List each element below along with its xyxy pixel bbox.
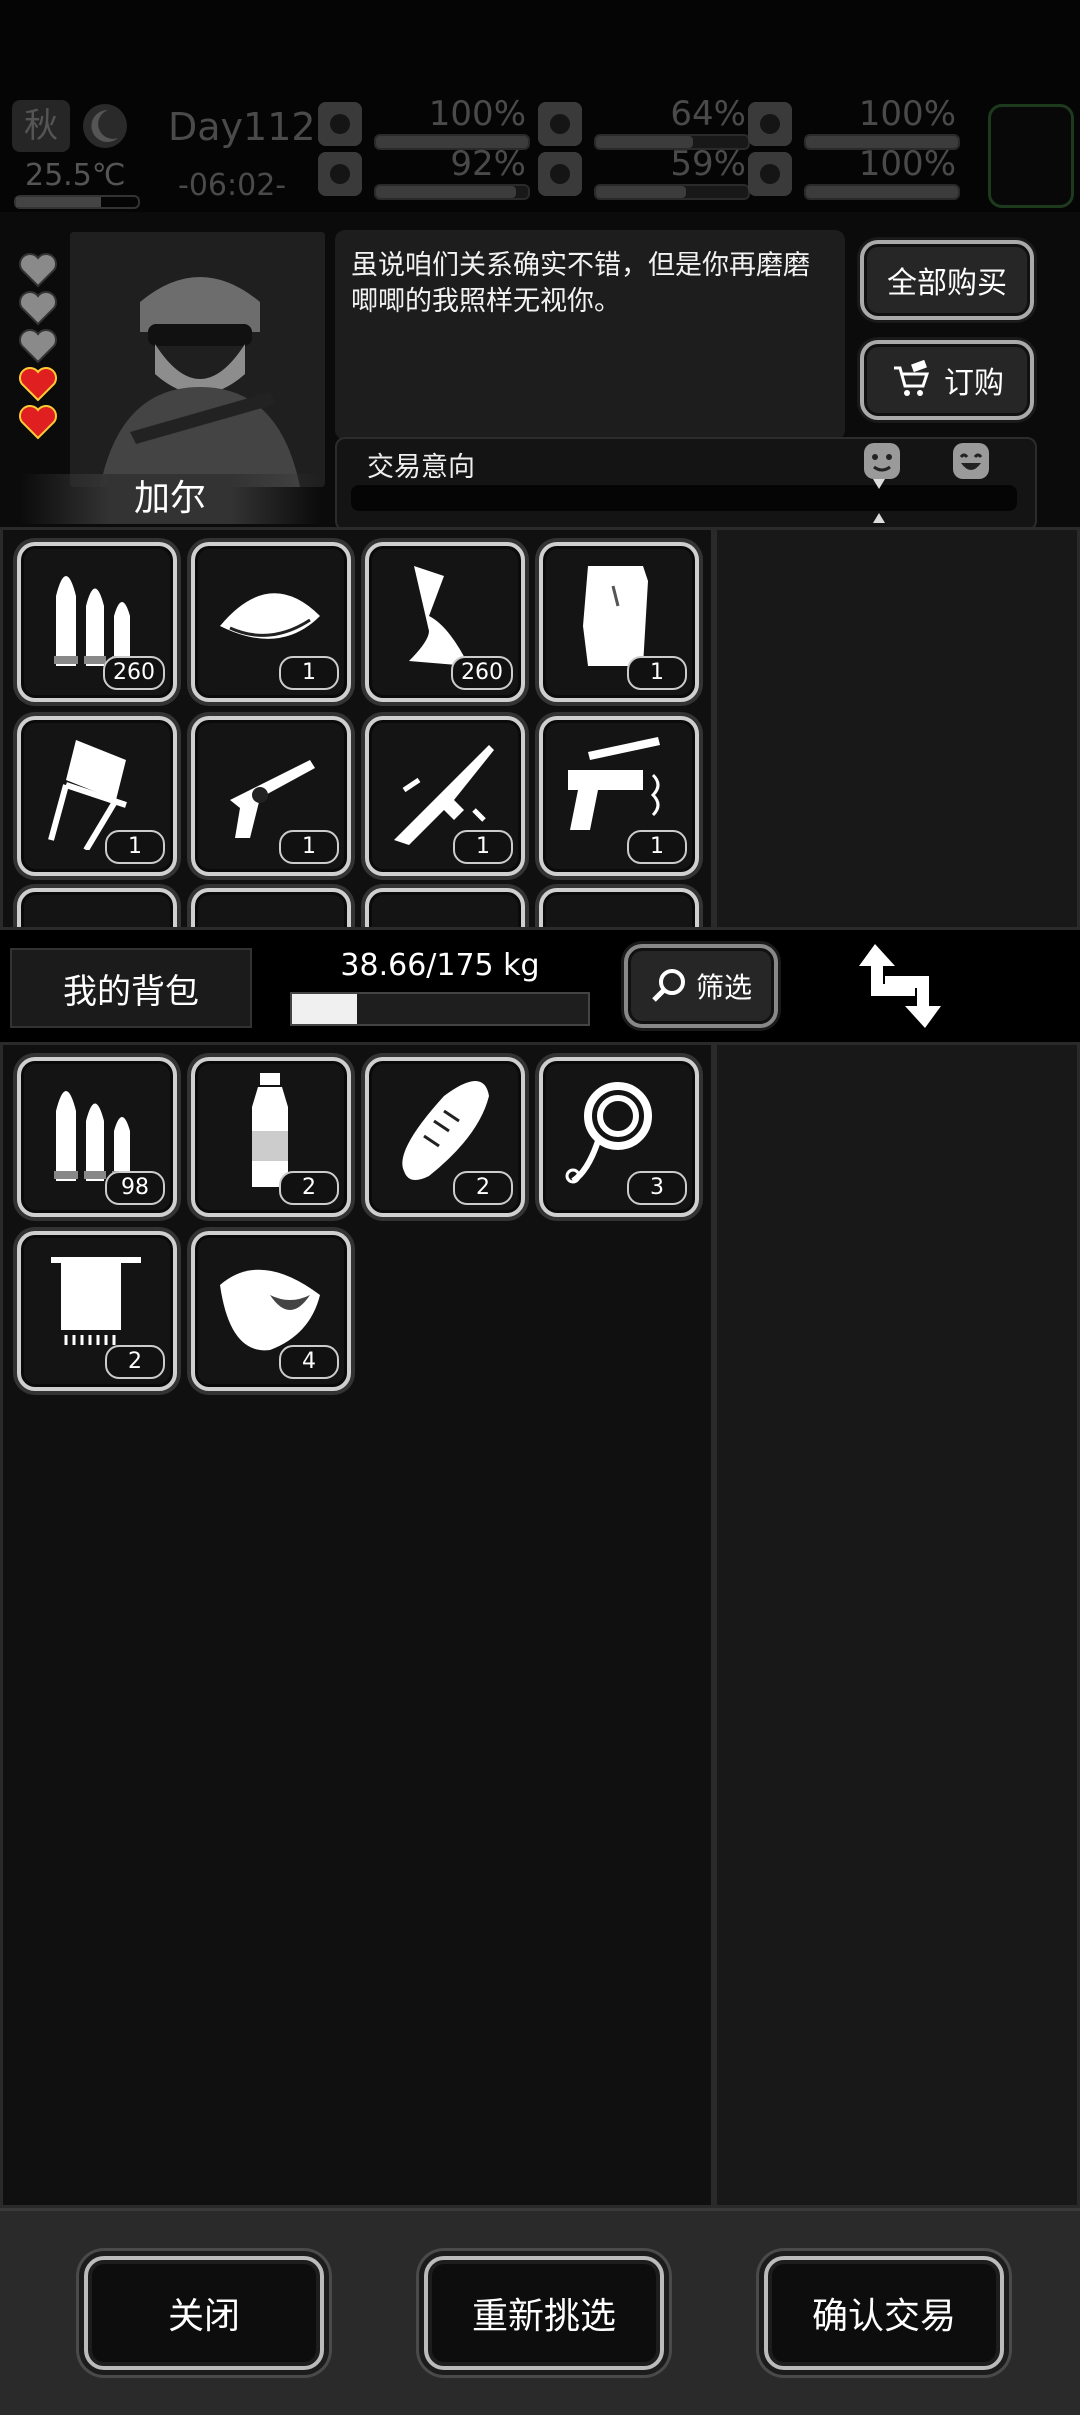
item-slot[interactable]: 1 <box>365 716 525 876</box>
item-quantity: 1 <box>627 656 687 690</box>
status-bar: 秋 25.5℃ Day112 -06:02- 100% 64% 100% 92% 59%… <box>0 0 1080 212</box>
partial-slot[interactable] <box>191 888 351 927</box>
my-bag-tab[interactable]: 我的背包 <box>10 948 252 1028</box>
equipment-slot[interactable] <box>988 104 1074 208</box>
reselect-label: 重新挑选 <box>471 2296 616 2337</box>
heart-empty-icon <box>18 252 58 288</box>
item-quantity: 1 <box>279 656 339 690</box>
close-button[interactable]: 关闭 <box>84 2256 324 2370</box>
npc-portrait <box>70 232 325 487</box>
mood-bar <box>804 184 960 200</box>
item-slot[interactable]: 1 <box>191 542 351 702</box>
thirst-bar <box>594 184 750 200</box>
medkit-icon <box>318 102 362 146</box>
order-button[interactable]: 订购 <box>860 340 1034 420</box>
shopping-cart-icon <box>890 359 930 400</box>
item-slot[interactable]: 260 <box>17 542 177 702</box>
item-quantity: 3 <box>627 1171 687 1205</box>
close-label: 关闭 <box>167 2296 240 2337</box>
trader-inventory-grid[interactable]: 260 1 260 1 1 1 1 1 <box>0 527 714 930</box>
trade-intent-label: 交易意向 <box>367 452 475 483</box>
swap-arrows-icon[interactable] <box>855 940 945 1032</box>
item-slot[interactable]: 1 <box>539 542 699 702</box>
bag-weight-label: 38.66/175 kg <box>340 948 540 983</box>
flask-icon <box>318 152 362 196</box>
bag-inventory-grid[interactable]: 98 2 2 3 2 4 <box>0 1042 714 2208</box>
confirm-trade-button[interactable]: 确认交易 <box>764 2256 1004 2370</box>
trade-intent-bar <box>351 485 1017 511</box>
heart-empty-icon <box>18 328 58 364</box>
stamina-value: 100% <box>858 94 956 134</box>
item-slot[interactable]: 1 <box>539 716 699 876</box>
item-slot[interactable]: 98 <box>17 1057 177 1217</box>
intent-marker-icon <box>871 479 887 523</box>
filter-label: 筛选 <box>695 971 752 1004</box>
temperature-bar <box>14 195 140 209</box>
water-drop-icon <box>538 152 582 196</box>
item-slot[interactable]: 4 <box>191 1231 351 1391</box>
item-quantity: 98 <box>105 1171 165 1205</box>
heart-filled-icon <box>18 366 58 402</box>
item-quantity: 260 <box>451 656 513 690</box>
item-slot[interactable]: 2 <box>17 1231 177 1391</box>
filter-button[interactable]: 筛选 <box>624 944 778 1028</box>
item-quantity: 2 <box>453 1171 513 1205</box>
trade-intent-panel: 交易意向 <box>335 437 1037 531</box>
item-slot[interactable]: 2 <box>365 1057 525 1217</box>
item-quantity: 2 <box>279 1171 339 1205</box>
battery-icon <box>748 102 792 146</box>
npc-name: 加尔 <box>20 474 320 524</box>
mood-bar-fill <box>806 186 958 198</box>
item-slot[interactable]: 1 <box>191 716 351 876</box>
item-quantity: 1 <box>627 830 687 864</box>
buy-all-button[interactable]: 全部购买 <box>860 240 1034 320</box>
heart-filled-icon <box>18 404 58 440</box>
item-slot[interactable]: 2 <box>191 1057 351 1217</box>
moon-icon <box>78 100 132 152</box>
bag-weight-bar <box>290 992 590 1026</box>
thirst-bar-fill <box>596 186 686 198</box>
confirm-trade-label: 确认交易 <box>811 2296 956 2337</box>
item-quantity: 2 <box>105 1345 165 1379</box>
order-label: 订购 <box>944 366 1004 401</box>
item-slot[interactable]: 1 <box>17 716 177 876</box>
mental-bar-fill <box>376 186 516 198</box>
item-slot[interactable]: 260 <box>365 542 525 702</box>
item-quantity: 260 <box>103 656 165 690</box>
bag-header: 我的背包 38.66/175 kg 筛选 <box>0 930 1080 1042</box>
partial-slot[interactable] <box>17 888 177 927</box>
magnifier-icon <box>650 966 690 1006</box>
trader-detail-panel <box>714 527 1080 930</box>
reselect-button[interactable]: 重新挑选 <box>424 2256 664 2370</box>
partial-slot[interactable] <box>365 888 525 927</box>
npc-panel: 加尔 虽说咱们关系确实不错，但是你再磨磨唧唧的我照样无视你。 全部购买 订购 交… <box>0 212 1080 531</box>
stomach-icon <box>538 102 582 146</box>
health-value: 100% <box>428 94 526 134</box>
item-slot[interactable]: 3 <box>539 1057 699 1217</box>
my-bag-label: 我的背包 <box>63 971 199 1012</box>
item-quantity: 1 <box>453 830 513 864</box>
buy-all-label: 全部购买 <box>887 266 1007 301</box>
hunger-value: 64% <box>670 94 746 134</box>
temperature-label: 25.5℃ <box>25 158 126 193</box>
happy-face-icon <box>951 441 991 481</box>
thirst-value: 59% <box>670 144 746 184</box>
partial-slot[interactable] <box>539 888 699 927</box>
mental-value: 92% <box>450 144 526 184</box>
bag-detail-panel <box>714 1042 1080 2208</box>
item-quantity: 1 <box>105 830 165 864</box>
item-quantity: 1 <box>279 830 339 864</box>
day-label: Day112 <box>168 105 316 149</box>
item-quantity: 4 <box>279 1345 339 1379</box>
time-label: -06:02- <box>178 168 287 203</box>
neutral-face-icon <box>862 441 902 481</box>
action-bar: 关闭 重新挑选 确认交易 <box>0 2208 1080 2415</box>
heart-icon <box>748 152 792 196</box>
mental-bar <box>374 184 530 200</box>
mood-value: 100% <box>858 144 956 184</box>
heart-empty-icon <box>18 290 58 326</box>
season-badge: 秋 <box>12 100 70 152</box>
bag-weight-fill <box>292 994 358 1024</box>
npc-dialog: 虽说咱们关系确实不错，但是你再磨磨唧唧的我照样无视你。 <box>335 230 845 440</box>
